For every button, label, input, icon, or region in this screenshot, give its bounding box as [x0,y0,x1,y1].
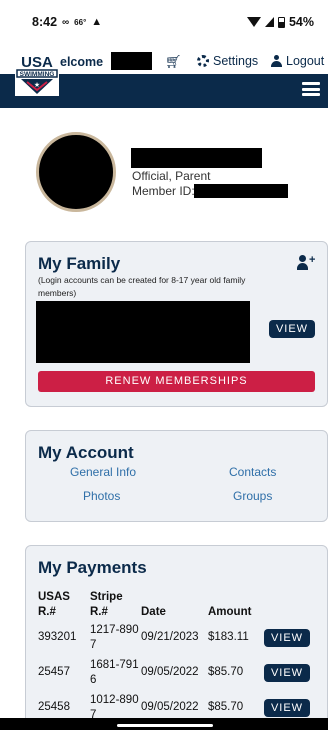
payments-card: My Payments USAS R.# Stripe R.# Date Amo… [25,545,328,730]
payment-date: 09/21/2023 [141,631,199,643]
column-header: USAS R.# [38,591,70,618]
payment-view-button[interactable]: VIEW [264,663,310,682]
payment-date: 09/05/2022 [141,666,199,678]
cart-icon[interactable]: 🛒︎ [165,54,182,70]
logo-text-usa: USA [21,54,53,71]
home-indicator[interactable] [117,724,213,727]
logout-link[interactable]: Logout [271,54,324,68]
settings-link[interactable]: Settings [197,54,258,68]
family-view-button[interactable]: VIEW [269,320,315,338]
renew-memberships-button[interactable]: RENEW MEMBERSHIPS [38,371,315,392]
notification-icon: ∞ [62,16,70,28]
logout-label: Logout [286,54,325,68]
gear-icon [197,55,209,67]
status-right: 54% [246,15,314,29]
usas-receipt: 25457 [38,666,70,678]
signal-icon [264,17,274,27]
battery-percent: 54% [288,15,314,29]
general-info-link[interactable]: General Info [70,465,136,479]
status-bar: 8:42 ∞ 66° ▲ 54% [0,0,328,44]
logo-text-swimming: SWIMMING [20,71,55,78]
payment-amount: $183.11 [208,631,249,643]
payment-view-button[interactable]: VIEW [264,698,310,717]
stripe-receipt: 1681-7916 [90,658,139,686]
redacted-name [111,52,152,70]
wifi-icon [246,17,261,27]
menu-icon[interactable] [302,82,320,96]
cloud-icon: ▲ [91,16,103,28]
column-header: Amount [208,606,252,618]
payments-title: My Payments [38,558,147,577]
contacts-link[interactable]: Contacts [229,465,276,479]
battery-icon [277,16,285,28]
status-left: 8:42 ∞ 66° ▲ [32,15,102,29]
family-title: My Family [38,254,121,273]
column-header: Stripe R.# [90,591,123,618]
avatar [36,132,116,212]
account-title: My Account [38,443,134,462]
payment-amount: $85.70 [208,666,244,678]
add-user-icon[interactable]: + [297,255,317,271]
status-time: 8:42 [32,15,58,29]
family-note: (Login accounts can be created for 8-17 … [38,275,246,298]
photos-link[interactable]: Photos [83,489,120,503]
svg-text:★: ★ [34,81,40,89]
redacted-profile-name [131,148,262,168]
groups-link[interactable]: Groups [233,489,272,503]
redacted-member-id [194,184,288,198]
table-row: 393201 1217-8907 09/21/2023 $183.11 VIEW [38,620,310,655]
column-header: Date [141,606,166,618]
status-temp: 66° [74,17,87,27]
payment-view-button[interactable]: VIEW [264,628,310,647]
welcome-text: elcome [60,55,104,69]
payments-table: USAS R.# Stripe R.# Date Amount 393201 1… [38,588,310,725]
stripe-receipt: 1217-8907 [90,623,139,651]
family-card: My Family + (Login accounts can be creat… [25,241,328,407]
table-header-row: USAS R.# Stripe R.# Date Amount [38,588,310,620]
usas-receipt: 393201 [38,631,77,643]
account-card: My Account General Info Contacts Photos … [25,430,328,522]
redacted-family-members [36,301,250,363]
member-id-label: Member ID: [132,184,195,198]
profile-role: Official, Parent [132,169,211,183]
usa-swimming-logo[interactable]: USA SWIMMING ★ [15,52,59,96]
table-row: 25457 1681-7916 09/05/2022 $85.70 VIEW [38,655,310,690]
user-icon [271,55,282,67]
settings-label: Settings [213,54,259,68]
